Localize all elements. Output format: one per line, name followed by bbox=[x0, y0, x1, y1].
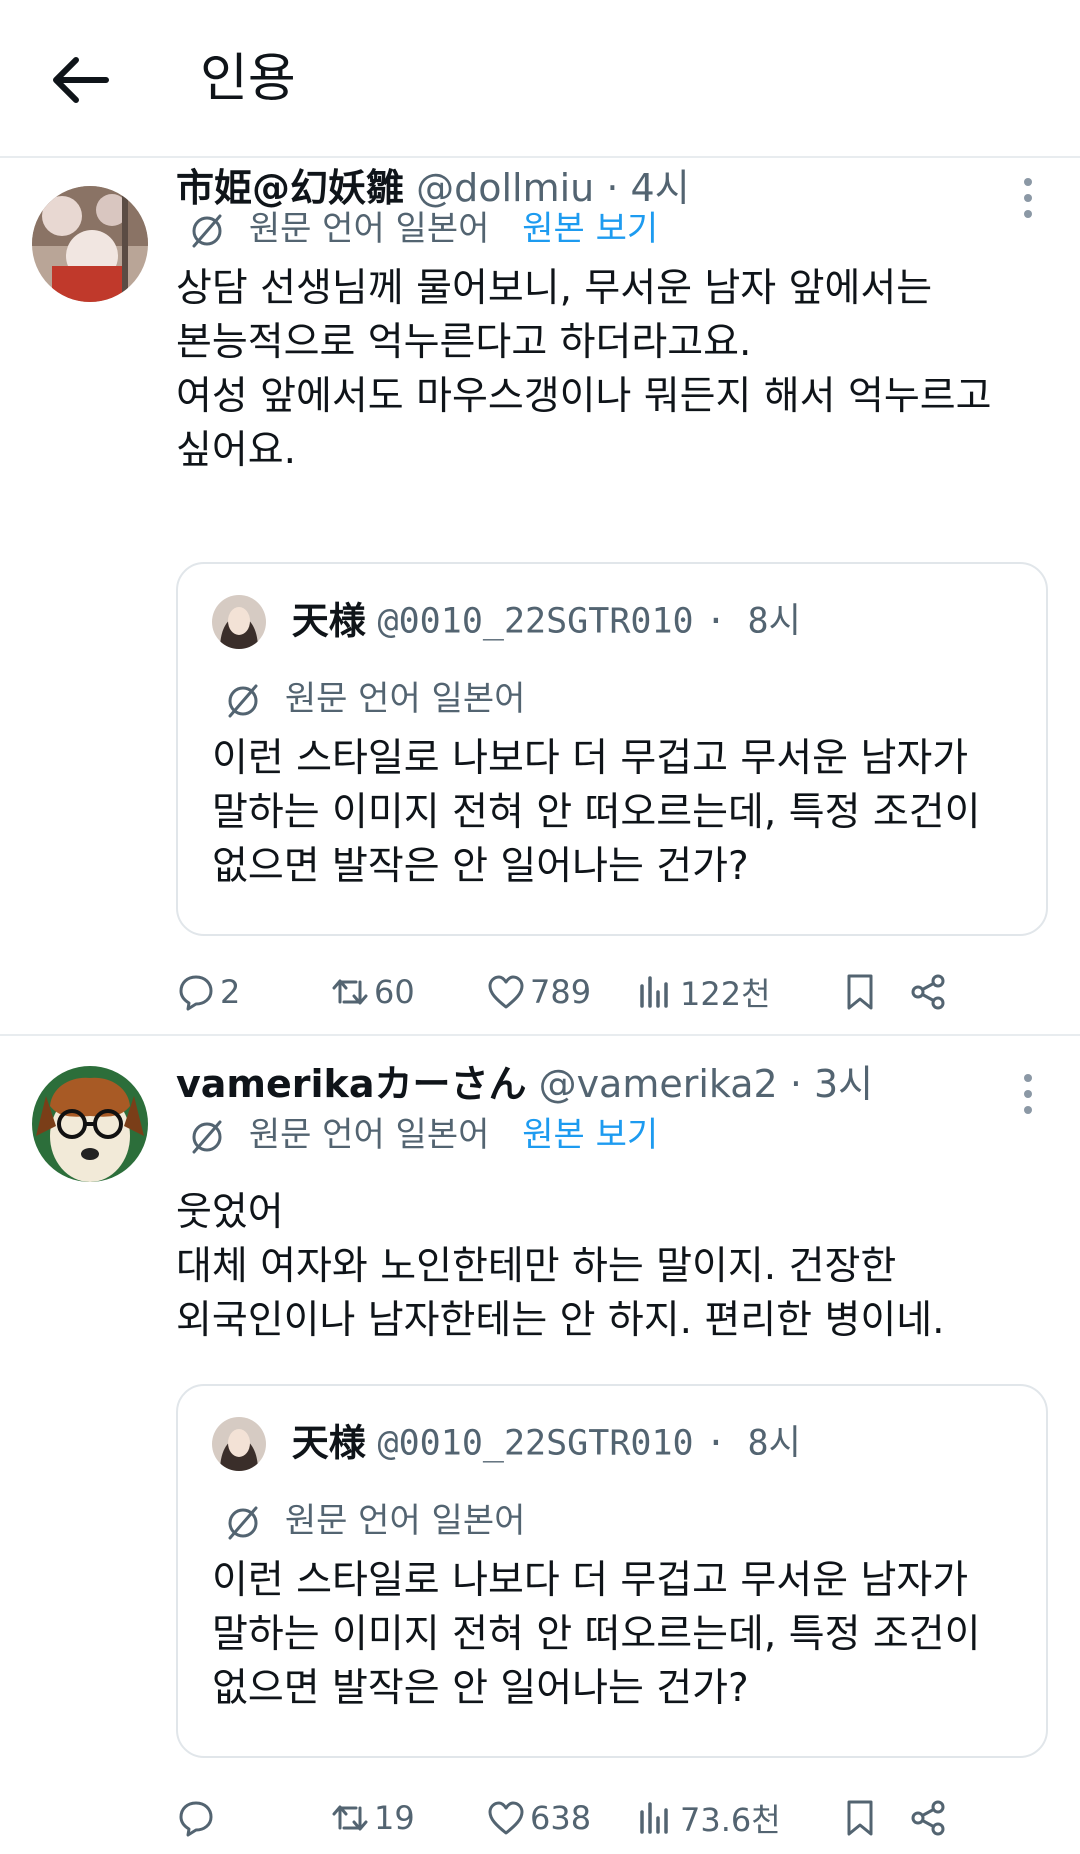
reply-icon bbox=[179, 1801, 213, 1837]
like-count: 789 bbox=[530, 973, 592, 1011]
quoted-timestamp: · 8시 bbox=[705, 1423, 801, 1464]
bookmark-icon bbox=[847, 974, 873, 1010]
quoted-timestamp: · 8시 bbox=[705, 601, 801, 642]
quoted-text-line: 말하는 이미지 전혀 안 떠오르는데, 특정 조건이 bbox=[212, 790, 981, 835]
quoted-post[interactable]: 天様 @0010_22SGTR010 · 8시 원문 언어 일본어 이런 스타일… bbox=[176, 562, 1048, 936]
language-label: 원문 언어 일본어 bbox=[248, 1115, 490, 1155]
quoted-text: 이런 스타일로 나보다 더 무겁고 무서운 남자가 말하는 이미지 전혀 안 떠… bbox=[212, 1554, 981, 1716]
views-button[interactable]: 122천 bbox=[636, 962, 771, 1022]
translation-bar: 원문 언어 일본어 원본 보기 bbox=[186, 1110, 658, 1160]
quoted-display-name: 天様 bbox=[291, 599, 366, 643]
view-count: 122천 bbox=[680, 975, 771, 1013]
views-icon bbox=[640, 976, 668, 1008]
quoted-display-name: 天様 bbox=[291, 1421, 366, 1465]
quoted-handle: @0010_22SGTR010 bbox=[377, 601, 694, 642]
quoted-translation-bar: 원문 언어 일본어 bbox=[222, 1496, 525, 1546]
post-text-line: 대체 여자와 노인한테만 하는 말이지. 건장한 bbox=[176, 1244, 897, 1289]
header-divider bbox=[0, 156, 1080, 158]
timestamp[interactable]: · 3시 bbox=[790, 1062, 873, 1106]
quoted-text-line: 없으면 발작은 안 일어나는 건가? bbox=[212, 1666, 749, 1711]
quoted-post[interactable]: 天様 @0010_22SGTR010 · 8시 원문 언어 일본어 이런 스타일… bbox=[176, 1384, 1048, 1758]
view-original-link[interactable]: 원본 보기 bbox=[522, 1115, 658, 1155]
display-name[interactable]: vamerikaカーさん bbox=[176, 1062, 526, 1106]
bookmark-icon bbox=[847, 1800, 873, 1836]
views-button[interactable]: 73.6천 bbox=[636, 1788, 781, 1848]
repost-button[interactable]: 19 bbox=[330, 1788, 415, 1848]
post-text-line: 본능적으로 억누른다고 하더라고요. bbox=[176, 320, 752, 365]
like-button[interactable]: 638 bbox=[486, 1788, 591, 1848]
repost-count: 60 bbox=[374, 973, 415, 1011]
like-icon bbox=[488, 1801, 524, 1835]
bookmark-button[interactable] bbox=[840, 1788, 880, 1848]
language-label: 원문 언어 일본어 bbox=[248, 209, 490, 249]
share-button[interactable] bbox=[908, 962, 948, 1022]
quoted-text: 이런 스타일로 나보다 더 무겁고 무서운 남자가 말하는 이미지 전혀 안 떠… bbox=[212, 732, 981, 894]
translate-icon bbox=[186, 210, 228, 252]
post-divider bbox=[0, 1034, 1080, 1036]
top-bar: 인용 bbox=[0, 0, 1080, 158]
reply-icon bbox=[179, 975, 213, 1011]
quoted-avatar bbox=[212, 594, 266, 649]
handle[interactable]: @vamerika2 bbox=[539, 1062, 778, 1106]
quoted-text-line: 없으면 발작은 안 일어나는 건가? bbox=[212, 844, 749, 889]
translate-icon bbox=[222, 1502, 264, 1544]
translate-icon bbox=[222, 680, 264, 722]
post-text: 웃었어 대체 여자와 노인한테만 하는 말이지. 건장한 외국인이나 남자한테는… bbox=[176, 1186, 1026, 1348]
quoted-post-header: 天様 @0010_22SGTR010 · 8시 bbox=[212, 1414, 801, 1472]
quoted-avatar bbox=[212, 1416, 266, 1471]
action-bar: 19 638 73.6천 bbox=[176, 1788, 1026, 1848]
more-vertical-icon[interactable] bbox=[1016, 174, 1040, 222]
post-text-line: 여성 앞에서도 마우스갱이나 뭐든지 해서 억누르고 bbox=[176, 374, 992, 419]
quoted-language-label: 원문 언어 일본어 bbox=[284, 1501, 526, 1541]
quoted-text-line: 이런 스타일로 나보다 더 무겁고 무서운 남자가 bbox=[212, 736, 969, 781]
repost-icon bbox=[332, 979, 368, 1005]
translate-icon bbox=[186, 1116, 228, 1158]
quoted-text-line: 말하는 이미지 전혀 안 떠오르는데, 특정 조건이 bbox=[212, 1612, 981, 1657]
translation-bar: 원문 언어 일본어 원본 보기 bbox=[186, 204, 658, 254]
bookmark-button[interactable] bbox=[840, 962, 880, 1022]
action-bar: 2 60 789 122천 bbox=[176, 962, 1026, 1022]
more-vertical-icon[interactable] bbox=[1016, 1070, 1040, 1118]
post-text-line: 외국인이나 남자한테는 안 하지. 편리한 병이네. bbox=[176, 1298, 945, 1343]
share-icon bbox=[911, 1800, 945, 1836]
post-text: 상담 선생님께 물어보니, 무서운 남자 앞에서는 본능적으로 억누른다고 하더… bbox=[176, 262, 1026, 478]
avatar[interactable] bbox=[32, 1066, 148, 1182]
avatar[interactable] bbox=[32, 186, 148, 302]
repost-button[interactable]: 60 bbox=[330, 962, 415, 1022]
like-icon bbox=[488, 975, 524, 1009]
post-text-line: 웃었어 bbox=[176, 1190, 284, 1235]
quoted-language-label: 원문 언어 일본어 bbox=[284, 679, 526, 719]
reply-count: 2 bbox=[220, 973, 241, 1011]
view-count: 73.6천 bbox=[680, 1801, 781, 1839]
repost-icon bbox=[332, 1805, 368, 1831]
quoted-text-line: 이런 스타일로 나보다 더 무겁고 무서운 남자가 bbox=[212, 1558, 969, 1603]
views-icon bbox=[640, 1802, 668, 1834]
back-arrow-icon[interactable] bbox=[48, 48, 112, 112]
reply-button[interactable]: 2 bbox=[176, 962, 240, 1022]
like-button[interactable]: 789 bbox=[486, 962, 591, 1022]
quoted-translation-bar: 원문 언어 일본어 bbox=[222, 674, 525, 724]
post-text-line: 싶어요. bbox=[176, 428, 297, 473]
repost-count: 19 bbox=[374, 1799, 415, 1837]
share-icon bbox=[911, 974, 945, 1010]
post-header: vamerikaカーさん @vamerika2 · 3시 bbox=[176, 1056, 873, 1112]
quoted-handle: @0010_22SGTR010 bbox=[377, 1423, 694, 1464]
reply-button[interactable] bbox=[176, 1788, 220, 1848]
post-text-line: 상담 선생님께 물어보니, 무서운 남자 앞에서는 bbox=[176, 266, 933, 311]
page-title: 인용 bbox=[200, 49, 296, 109]
like-count: 638 bbox=[530, 1799, 592, 1837]
share-button[interactable] bbox=[908, 1788, 948, 1848]
quoted-post-header: 天様 @0010_22SGTR010 · 8시 bbox=[212, 592, 801, 650]
view-original-link[interactable]: 원본 보기 bbox=[522, 209, 658, 249]
